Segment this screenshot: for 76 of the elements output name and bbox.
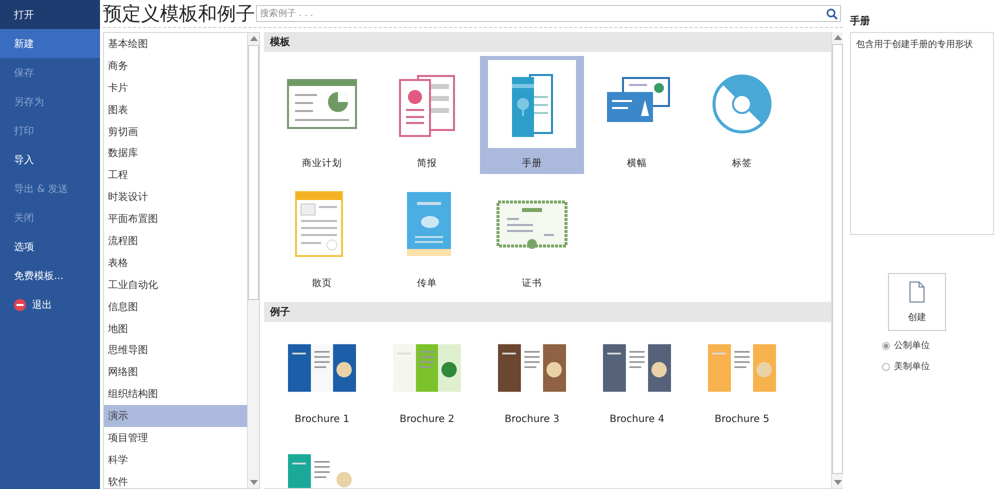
brochure-thumbnail <box>603 344 671 392</box>
description-box: 包含用于创建手册的专用形状 <box>850 32 994 235</box>
example-tile[interactable]: Brochure 2 <box>375 334 479 426</box>
brochure-thumbnail <box>498 344 566 392</box>
category-item[interactable]: 软件 <box>104 470 247 488</box>
category-item[interactable]: 工程 <box>104 164 247 186</box>
category-item[interactable]: 项目管理 <box>104 427 247 449</box>
scroll-up-icon[interactable] <box>250 36 258 41</box>
template-tile[interactable]: 简报 <box>375 56 479 174</box>
category-item[interactable]: 科学 <box>104 448 247 471</box>
brochure-thumbnail <box>288 344 356 392</box>
create-button[interactable]: 创建 <box>888 273 946 331</box>
search-icon[interactable] <box>826 8 838 20</box>
category-item[interactable]: 剪切画 <box>104 120 247 142</box>
template-tile[interactable]: 证书 <box>480 176 584 294</box>
tile-label: Brochure 3 <box>504 414 560 425</box>
category-item[interactable]: 时装设计 <box>104 186 247 208</box>
example-tile[interactable]: Brochure 5 <box>690 334 794 426</box>
template-tile[interactable]: 散页 <box>270 176 374 294</box>
stop-icon <box>14 298 26 310</box>
detail-title: 手册 <box>850 14 871 28</box>
brochure-thumbnail <box>393 344 461 392</box>
category-item[interactable]: 数据库 <box>104 142 247 164</box>
scroll-up-icon[interactable] <box>834 35 842 40</box>
search-field[interactable]: 搜索例子 . . . <box>256 5 841 22</box>
unit-radio[interactable]: 公制单位 <box>882 339 994 352</box>
template-tile[interactable]: 商业计划 <box>270 56 374 174</box>
tile-label: 散页 <box>312 277 332 290</box>
example-tile[interactable]: Brochure 3 <box>480 334 584 426</box>
category-item[interactable]: 平面布置图 <box>104 208 247 230</box>
tile-label: Brochure 4 <box>610 414 664 425</box>
category-item[interactable]: 卡片 <box>104 76 247 99</box>
tile-label: 标签 <box>732 157 752 170</box>
menu-item[interactable]: 导入 <box>0 145 100 174</box>
category-item[interactable]: 地图 <box>104 318 247 340</box>
tile-label: Brochure 1 <box>294 414 350 425</box>
menu-item[interactable]: 打开 <box>0 0 100 29</box>
category-item[interactable]: 工业自动化 <box>104 274 247 296</box>
category-item[interactable]: 信息图 <box>104 296 247 318</box>
document-icon <box>909 280 925 302</box>
page-title: 预定义模板和例子 <box>103 2 256 26</box>
tile-label: Brochure 2 <box>400 414 454 425</box>
example-tile[interactable]: Brochure 1 <box>270 334 374 426</box>
section-header: 例子 <box>264 302 831 322</box>
scroll-thumb[interactable] <box>248 45 259 300</box>
tile-label: 证书 <box>522 277 542 290</box>
category-item[interactable]: 组织结构图 <box>104 383 247 406</box>
template-tile[interactable]: 标签 <box>690 56 794 174</box>
category-item[interactable]: 网络图 <box>104 361 247 384</box>
category-item[interactable]: 基本绘图 <box>104 33 247 55</box>
category-item[interactable]: 表格 <box>104 252 247 274</box>
template-tile[interactable]: 传单 <box>375 176 479 294</box>
category-item[interactable]: 流程图 <box>104 230 247 252</box>
category-item[interactable]: 图表 <box>104 98 247 121</box>
scroll-down-icon[interactable] <box>834 480 842 485</box>
tile-label: 传单 <box>417 277 437 290</box>
template-tile[interactable]: 横幅 <box>585 56 689 174</box>
scroll-down-icon[interactable] <box>250 480 258 485</box>
menu-item[interactable]: 退出 <box>0 290 100 319</box>
category-item[interactable]: 思维导图 <box>104 339 247 362</box>
tile-label: 商业计划 <box>302 157 342 170</box>
menu-item[interactable]: 新建 <box>0 29 100 58</box>
section-header: 模板 <box>264 32 831 52</box>
scrollbar[interactable] <box>247 33 259 488</box>
template-tile[interactable]: 手册 <box>480 56 584 174</box>
brochure-thumbnail <box>708 344 776 392</box>
unit-radio[interactable]: 美制单位 <box>882 360 994 373</box>
tile-label: 手册 <box>522 157 542 170</box>
tile-label: Brochure 5 <box>714 414 770 425</box>
menu-item[interactable]: 选项 <box>0 232 100 261</box>
example-tile[interactable]: Brochure 4 <box>585 334 689 426</box>
category-item[interactable]: 演示 <box>104 405 247 428</box>
tile-label: 简报 <box>417 157 437 170</box>
tile-label: 横幅 <box>627 157 647 170</box>
category-item[interactable]: 商务 <box>104 54 247 77</box>
menu-item[interactable]: 免费模板... <box>0 261 100 290</box>
